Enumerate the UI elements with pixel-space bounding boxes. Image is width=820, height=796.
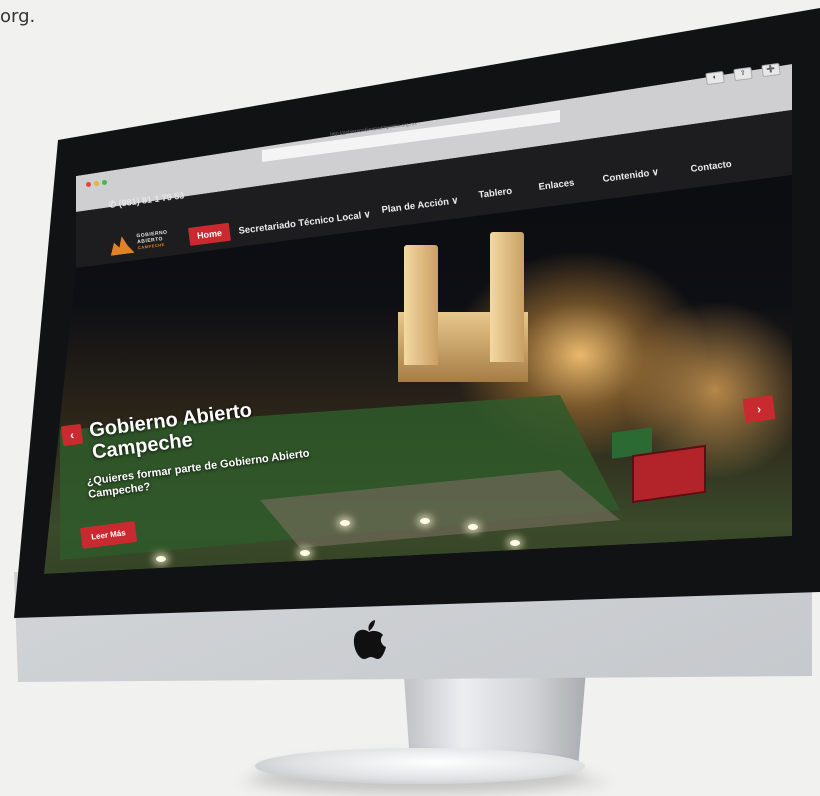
upload-icon[interactable]: ⇧ (733, 66, 753, 82)
plaza-light (468, 524, 478, 530)
new-tab-icon[interactable]: ➕ (761, 62, 781, 78)
cathedral-tower-left (404, 245, 438, 365)
plaza-light (340, 520, 350, 526)
share-icon[interactable]: ◐ (705, 70, 725, 86)
carousel-next-button[interactable]: › (742, 395, 776, 423)
monitor-base (255, 748, 585, 784)
plaza-light (156, 556, 166, 562)
logo-wordmark: GOBIERNO ABIERTO CAMPECHE (136, 229, 168, 251)
window-minimize-button[interactable] (94, 181, 99, 186)
page-caption: org. (0, 6, 36, 27)
plaza-light (300, 550, 310, 556)
apple-logo-icon (353, 620, 386, 659)
window-close-button[interactable] (86, 182, 91, 187)
cathedral-tower-right (490, 232, 524, 362)
plaza-light (420, 518, 430, 524)
logo-mark-icon (109, 235, 135, 256)
window-zoom-button[interactable] (102, 180, 107, 185)
carousel-prev-button[interactable]: ‹ (60, 423, 84, 447)
plaza-light (510, 540, 520, 546)
